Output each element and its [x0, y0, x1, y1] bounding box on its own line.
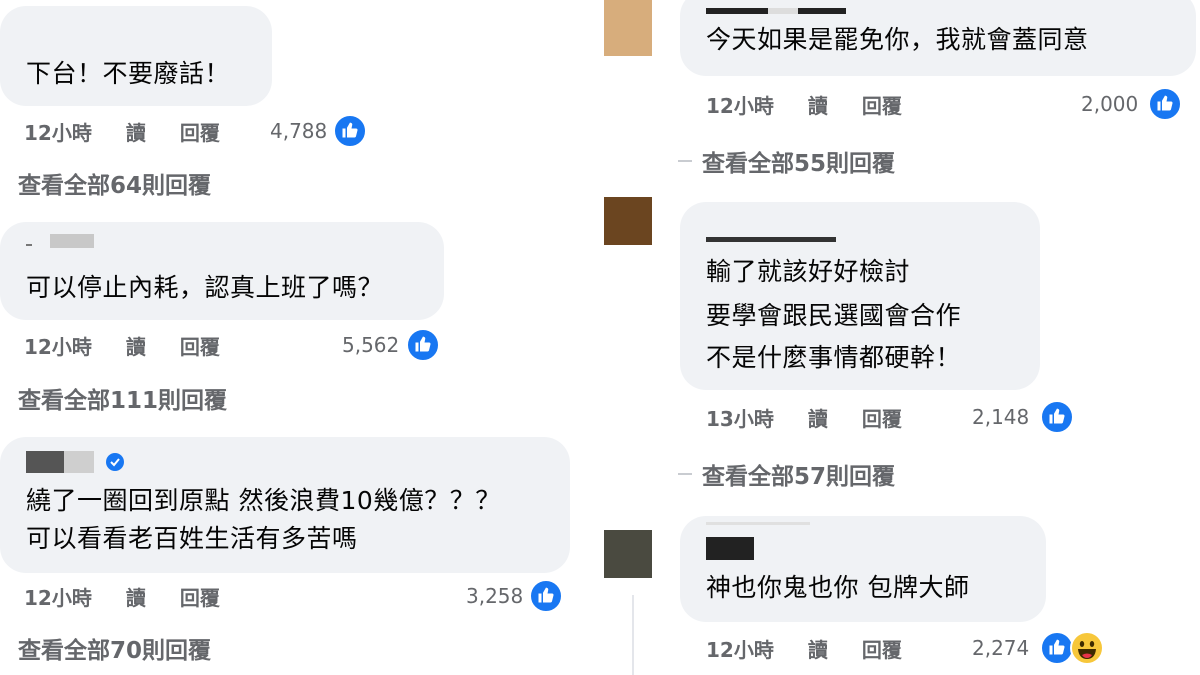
comment-time[interactable]: 13小時	[706, 403, 774, 432]
comment-meta: 12小時 讀 回覆 2,000	[706, 87, 1192, 121]
reply-button[interactable]: 回覆	[862, 90, 902, 119]
avatar[interactable]	[604, 0, 652, 56]
comment-meta: 12小時 讀 回覆 3,258	[24, 579, 569, 613]
avatar[interactable]	[604, 197, 652, 245]
thread-divider	[632, 595, 634, 675]
like-count[interactable]: 3,258	[466, 584, 523, 608]
left-comment-column: 下台！不要廢話！ 12小時 讀 回覆 4,788 查看全部64則回覆 可以停止內…	[0, 0, 600, 675]
comment-text: 可以看看老百姓生活有多苦嗎	[26, 524, 358, 553]
comment-text: 輸了就該好好檢討	[706, 257, 911, 286]
like-icon	[406, 328, 440, 362]
like-count[interactable]: 4,788	[270, 119, 327, 143]
comment-text: 不是什麼事情都硬幹！	[706, 343, 962, 372]
comment-text: 神也你鬼也你 包牌大師	[706, 573, 970, 602]
comment-bubble[interactable]: 可以停止內耗，認真上班了嗎？	[0, 222, 444, 320]
reply-button[interactable]: 回覆	[180, 582, 220, 611]
view-replies-label: 查看全部111則回覆	[18, 388, 228, 414]
like-count[interactable]: 2,000	[1081, 92, 1138, 116]
like-icon	[1148, 87, 1182, 121]
comment-time[interactable]: 12小時	[24, 331, 92, 360]
comment-meta: 12小時 讀 回覆 2,274	[706, 631, 1116, 665]
comment-meta: 12小時 讀 回覆 4,788	[24, 114, 367, 148]
comment-text: 繞了一圈回到原點 然後浪費10幾億？？？	[26, 486, 501, 515]
comment-bubble[interactable]: 繞了一圈回到原點 然後浪費10幾億？？？ 可以看看老百姓生活有多苦嗎	[0, 437, 570, 573]
comment-author[interactable]	[26, 451, 124, 473]
reply-thread-line	[678, 473, 692, 475]
view-replies-link[interactable]: 查看全部64則回覆	[0, 167, 211, 199]
right-comment-column: 今天如果是罷免你，我就會蓋同意 12小時 讀 回覆 2,000 查看全部55則回…	[600, 0, 1200, 675]
reply-button[interactable]: 回覆	[862, 403, 902, 432]
comment-bubble[interactable]: 神也你鬼也你 包牌大師	[680, 516, 1046, 622]
like-count[interactable]: 2,148	[972, 405, 1029, 429]
view-replies-link[interactable]: 查看全部57則回覆	[678, 458, 895, 490]
view-replies-link[interactable]: 查看全部55則回覆	[678, 145, 895, 177]
comment-text: 要學會跟民選國會合作	[706, 301, 962, 330]
comment-bubble[interactable]: 下台！不要廢話！	[0, 6, 272, 106]
view-replies-link[interactable]: 查看全部111則回覆	[0, 382, 227, 414]
comment-time[interactable]: 12小時	[706, 90, 774, 119]
reply-button[interactable]: 回覆	[862, 634, 902, 663]
comment-author[interactable]	[26, 234, 94, 248]
like-icon	[1040, 631, 1074, 665]
comment-meta: 12小時 讀 回覆 5,562	[24, 328, 444, 362]
comment-author[interactable]	[706, 522, 810, 560]
comment-text: 下台！不要廢話！	[26, 59, 231, 88]
view-replies-link[interactable]: 查看全部70則回覆	[0, 632, 211, 664]
read-action[interactable]: 讀	[126, 331, 146, 360]
comment-time[interactable]: 12小時	[24, 582, 92, 611]
like-icon	[529, 579, 563, 613]
reply-button[interactable]: 回覆	[180, 331, 220, 360]
read-action[interactable]: 讀	[126, 582, 146, 611]
comment-bubble[interactable]: 今天如果是罷免你，我就會蓋同意	[680, 0, 1196, 76]
comment-meta: 13小時 讀 回覆 2,148	[706, 400, 1078, 434]
verified-badge-icon	[105, 453, 124, 471]
reply-thread-line	[678, 160, 692, 162]
view-replies-label: 查看全部57則回覆	[702, 464, 896, 490]
read-action[interactable]: 讀	[126, 117, 146, 146]
view-replies-label: 查看全部55則回覆	[702, 151, 896, 177]
read-action[interactable]: 讀	[808, 403, 828, 432]
read-action[interactable]: 讀	[808, 90, 828, 119]
reply-button[interactable]: 回覆	[180, 117, 220, 146]
comment-author[interactable]	[706, 232, 836, 242]
avatar[interactable]	[604, 530, 652, 578]
view-replies-label: 查看全部70則回覆	[18, 638, 212, 664]
comment-time[interactable]: 12小時	[706, 634, 774, 663]
comment-text: 今天如果是罷免你，我就會蓋同意	[706, 25, 1089, 54]
like-count[interactable]: 2,274	[972, 636, 1029, 660]
like-icon	[1040, 400, 1074, 434]
comment-text: 可以停止內耗，認真上班了嗎？	[26, 273, 384, 302]
read-action[interactable]: 讀	[808, 634, 828, 663]
comment-author[interactable]	[706, 4, 846, 14]
haha-icon	[1070, 631, 1104, 665]
comment-bubble[interactable]: 輸了就該好好檢討 要學會跟民選國會合作 不是什麼事情都硬幹！	[680, 202, 1040, 390]
like-count[interactable]: 5,562	[342, 333, 399, 357]
view-replies-label: 查看全部64則回覆	[18, 173, 212, 199]
comment-time[interactable]: 12小時	[24, 117, 92, 146]
like-icon	[333, 114, 367, 148]
